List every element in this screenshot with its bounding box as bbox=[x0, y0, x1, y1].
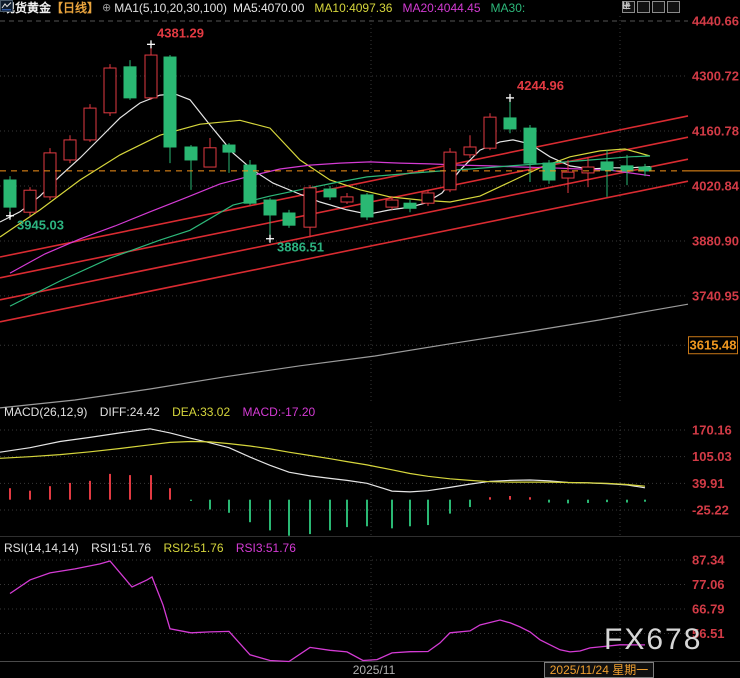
x-axis-month-label: 2025/11 bbox=[352, 663, 396, 677]
svg-text:3945.03: 3945.03 bbox=[17, 218, 64, 233]
macd-header: MACD(26,12,9) DIFF:24.42 DEA:33.02 MACD:… bbox=[4, 406, 324, 419]
indicator-settings-icon[interactable]: ⊕ bbox=[102, 1, 111, 16]
svg-text:3615.48: 3615.48 bbox=[690, 338, 737, 353]
svg-text:87.34: 87.34 bbox=[692, 552, 725, 567]
svg-text:4244.96: 4244.96 bbox=[517, 78, 564, 93]
trend-lines-layer bbox=[0, 115, 689, 323]
chart-canvas[interactable]: 4381.294244.963945.033886.51 4440.664300… bbox=[0, 0, 740, 678]
svg-text:4160.78: 4160.78 bbox=[692, 123, 739, 138]
ma-settings-label[interactable]: MA1(5,10,20,30,100) bbox=[114, 1, 227, 16]
ma20-value: MA20:4044.45 bbox=[402, 0, 481, 15]
rsi1-value: RSI1:51.76 bbox=[91, 541, 152, 555]
svg-text:4381.29: 4381.29 bbox=[157, 25, 204, 40]
watermark: FX678 bbox=[604, 623, 703, 656]
svg-text:39.91: 39.91 bbox=[692, 476, 725, 491]
price-axis-labels: 4440.664300.724160.784020.843880.903740.… bbox=[688, 14, 740, 641]
mini-chart-icon bbox=[0, 0, 13, 12]
pan-right-icon[interactable] bbox=[623, 1, 680, 13]
ma30-value: MA30: bbox=[490, 0, 526, 15]
macd-params-label: MACD(26,12,9) bbox=[4, 405, 88, 419]
rsi-params-label: RSI(14,14,14) bbox=[4, 541, 79, 555]
x-axis-current-date-badge: 2025/11/24 星期一 bbox=[544, 662, 654, 678]
axis-zoom-icon[interactable] bbox=[623, 1, 650, 13]
macd-macd-value: MACD:-17.20 bbox=[242, 405, 316, 419]
autoscroll-play-icon[interactable] bbox=[623, 1, 665, 13]
chart-toolbar bbox=[622, 1, 680, 13]
svg-text:4300.72: 4300.72 bbox=[692, 68, 739, 83]
svg-text:-25.22: -25.22 bbox=[692, 503, 729, 518]
svg-text:4020.84: 4020.84 bbox=[692, 178, 740, 193]
candles-layer bbox=[3, 44, 652, 239]
svg-text:3740.95: 3740.95 bbox=[692, 288, 739, 303]
chart-window: 4381.29 4244.96 3945.03 3886.51 4440.66 4300… bbox=[0, 0, 740, 678]
svg-text:3886.51: 3886.51 bbox=[277, 240, 324, 255]
svg-text:77.06: 77.06 bbox=[692, 577, 725, 592]
annotations-layer: 4381.29 4244.96 3945.03 3886.51 bbox=[0, 25, 740, 255]
rsi-header: RSI(14,14,14) RSI1:51.76 RSI2:51.76 RSI3… bbox=[4, 542, 305, 555]
svg-text:66.79: 66.79 bbox=[692, 602, 725, 617]
rsi3-value: RSI3:51.76 bbox=[235, 541, 296, 555]
period-label[interactable]: 【日线】 bbox=[51, 1, 99, 16]
ma5-value: MA5:4070.00 bbox=[233, 0, 305, 15]
macd-diff-value: DIFF:24.42 bbox=[99, 405, 160, 419]
macd-dea-value: DEA:33.02 bbox=[172, 405, 231, 419]
svg-text:3880.90: 3880.90 bbox=[692, 233, 739, 248]
ma10-value: MA10:4097.36 bbox=[314, 0, 393, 15]
svg-text:105.03: 105.03 bbox=[692, 449, 732, 464]
rsi2-value: RSI2:51.76 bbox=[163, 541, 224, 555]
svg-text:170.16: 170.16 bbox=[692, 423, 732, 438]
